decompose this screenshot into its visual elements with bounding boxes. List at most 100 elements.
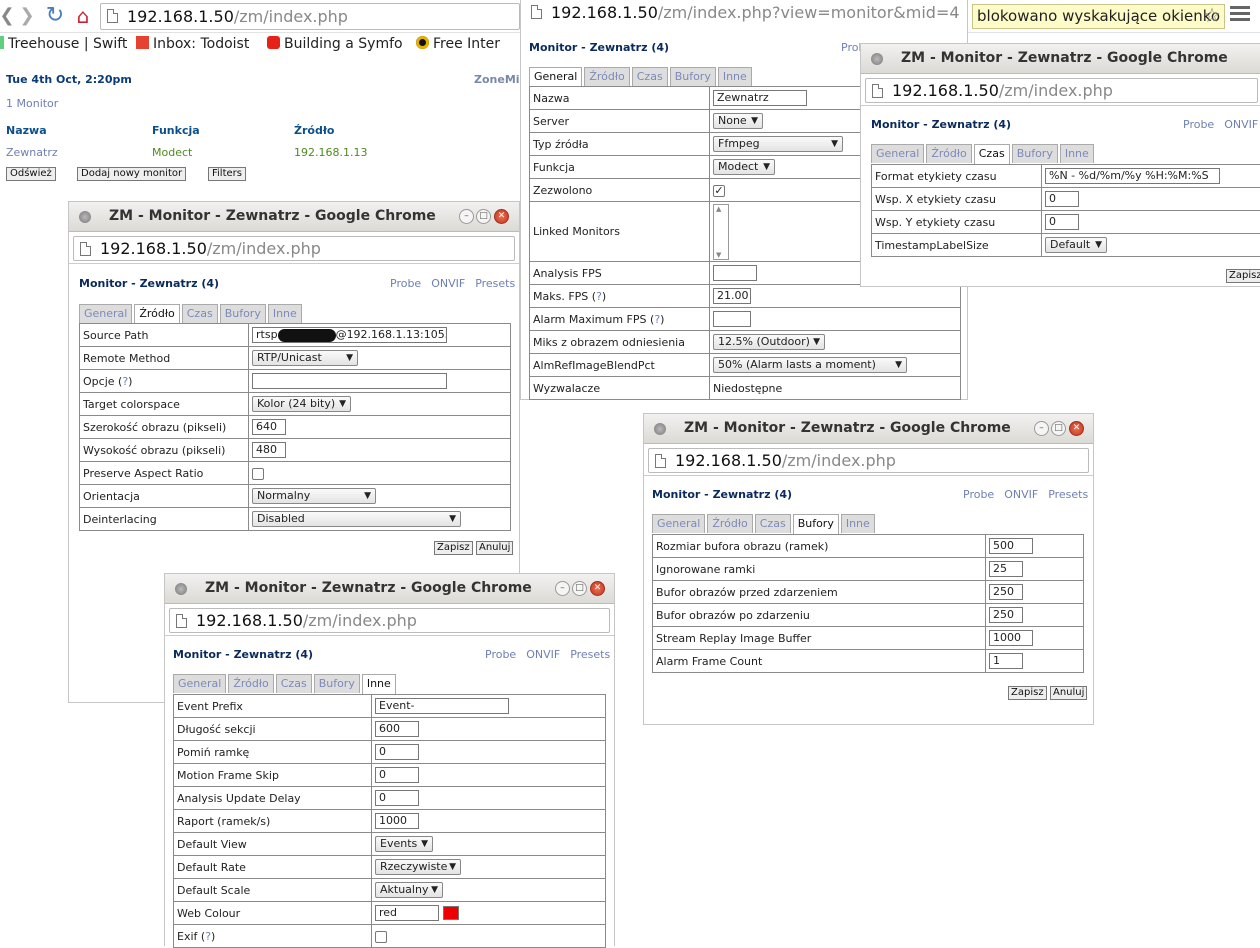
maximize-icon[interactable]: □ — [1051, 421, 1066, 436]
cancel-button[interactable]: Anuluj — [476, 541, 513, 555]
frame-skip-input[interactable]: 0 — [375, 744, 419, 760]
width-input[interactable]: 640 — [252, 419, 286, 435]
help-link[interactable]: ? — [205, 930, 211, 943]
enabled-checkbox[interactable]: ✓ — [713, 185, 725, 197]
alarm-ref-blend-select[interactable]: 50% (Alarm lasts a moment)▼ — [713, 357, 907, 373]
maximize-icon[interactable]: □ — [476, 209, 491, 224]
save-button[interactable]: Zapisz — [434, 541, 473, 555]
tab-misc[interactable]: Inne — [268, 304, 302, 323]
window-menu-icon[interactable] — [871, 53, 883, 65]
exif-checkbox[interactable] — [375, 931, 387, 943]
window-titlebar[interactable]: ZM - Monitor - Zewnatrz - Google Chrome … — [644, 414, 1093, 444]
colorspace-select[interactable]: Kolor (24 bity)▼ — [252, 396, 351, 412]
post-event-input[interactable]: 250 — [989, 607, 1023, 623]
close-icon[interactable]: ✕ — [494, 209, 509, 224]
tab-time[interactable]: Czas — [182, 304, 218, 323]
onvif-link[interactable]: ONVIF — [1004, 488, 1038, 501]
minimize-icon[interactable]: – — [459, 209, 474, 224]
address-bar[interactable]: 192.168.1.50/zm/index.php — [100, 3, 520, 30]
default-scale-select[interactable]: Aktualny▼ — [375, 882, 443, 898]
timestamp-size-select[interactable]: Default▼ — [1045, 237, 1107, 253]
aspect-checkbox[interactable] — [252, 468, 264, 480]
tab-buffers[interactable]: Bufory — [670, 67, 716, 86]
presets-link[interactable]: Presets — [475, 277, 515, 290]
event-prefix-input[interactable]: Event- — [375, 698, 509, 714]
probe-link[interactable]: Probe — [390, 277, 421, 290]
tab-misc[interactable]: Inne — [362, 674, 396, 694]
buffer-size-input[interactable]: 500 — [989, 538, 1033, 554]
tab-general[interactable]: General — [529, 67, 582, 87]
reload-icon[interactable]: ↻ — [44, 5, 66, 27]
popup-blocked-notice[interactable]: blokowano wyskakujące okienko — [972, 4, 1225, 29]
bookmark-free[interactable]: Free Inter — [416, 36, 500, 52]
col-header-function[interactable]: Funkcja — [152, 124, 200, 137]
server-select[interactable]: None▼ — [713, 113, 763, 129]
tab-time[interactable]: Czas — [276, 674, 312, 693]
tab-misc[interactable]: Inne — [841, 514, 875, 533]
web-colour-input[interactable]: red — [375, 905, 439, 921]
function-select[interactable]: Modect▼ — [713, 159, 775, 175]
save-button[interactable]: Zapisz — [1008, 686, 1047, 700]
address-bar[interactable]: 192.168.1.50/zm/index.php — [73, 236, 515, 261]
deinterlacing-select[interactable]: Disabled▼ — [252, 511, 461, 527]
tab-buffers[interactable]: Bufory — [1012, 144, 1058, 163]
bookmark-todoist[interactable]: Inbox: Todoist — [136, 36, 249, 52]
warmup-frames-input[interactable]: 25 — [989, 561, 1023, 577]
alarm-max-fps-input[interactable] — [713, 311, 751, 327]
tab-source[interactable]: Źródło — [134, 304, 179, 324]
address-bar[interactable]: 192.168.1.50/zm/index.php — [169, 608, 610, 633]
tab-misc[interactable]: Inne — [718, 67, 752, 86]
tab-misc[interactable]: Inne — [1060, 144, 1094, 163]
alarm-frame-count-input[interactable]: 1 — [989, 653, 1023, 669]
probe-link[interactable]: Probe — [963, 488, 994, 501]
save-button[interactable]: Zapisz — [1226, 269, 1260, 283]
filters-button[interactable]: Filters — [208, 167, 246, 181]
tab-time[interactable]: Czas — [755, 514, 791, 533]
options-input[interactable] — [252, 373, 447, 389]
tab-general[interactable]: General — [871, 144, 924, 163]
address-bar[interactable]: 192.168.1.50/zm/index.php — [648, 448, 1089, 473]
maximize-icon[interactable]: □ — [572, 581, 587, 596]
timestamp-format-input[interactable]: %N - %d/%m/%y %H:%M:%S — [1045, 168, 1220, 184]
section-length-input[interactable]: 600 — [375, 721, 419, 737]
help-link[interactable]: ? — [122, 375, 128, 388]
tab-buffers[interactable]: Bufory — [220, 304, 266, 323]
minimize-icon[interactable]: – — [555, 581, 570, 596]
onvif-link[interactable]: ONVIF — [431, 277, 465, 290]
window-titlebar[interactable]: ZM - Monitor - Zewnatrz - Google Chrome — [861, 44, 1260, 74]
monitor-name-link[interactable]: Zewnatrz — [6, 146, 58, 159]
help-link[interactable]: ? — [654, 313, 660, 326]
probe-link[interactable]: Probe — [1183, 118, 1214, 131]
default-view-select[interactable]: Events▼ — [375, 836, 433, 852]
monitor-source-link[interactable]: 192.168.1.13 — [294, 146, 367, 159]
window-menu-icon[interactable] — [654, 423, 666, 435]
timestamp-x-input[interactable]: 0 — [1045, 191, 1079, 207]
probe-link[interactable]: Probe — [485, 648, 516, 661]
max-fps-input[interactable]: 21.00 — [713, 288, 751, 304]
menu-icon[interactable] — [1230, 6, 1250, 24]
stream-replay-input[interactable]: 1000 — [989, 630, 1033, 646]
bookmark-treehouse[interactable]: Treehouse | Swift — [0, 36, 127, 52]
help-link[interactable]: ? — [596, 290, 602, 303]
analysis-fps-input[interactable] — [713, 265, 757, 281]
window-titlebar[interactable]: ZM - Monitor - Zewnatrz - Google Chrome … — [165, 574, 614, 604]
window-menu-icon[interactable] — [79, 211, 91, 223]
bookmark-star-icon[interactable]: ☆ — [1203, 3, 1221, 27]
source-path-input[interactable]: rtsp@192.168.1.13:10554 — [252, 327, 447, 343]
motion-frame-skip-input[interactable]: 0 — [375, 767, 419, 783]
add-monitor-button[interactable]: Dodaj nowy monitor — [77, 167, 186, 181]
forward-icon[interactable]: ❯ — [16, 5, 38, 27]
onvif-link[interactable]: ONVIF — [1224, 118, 1258, 131]
analysis-delay-input[interactable]: 0 — [375, 790, 419, 806]
console-brand[interactable]: ZoneMi — [474, 73, 520, 86]
tab-source[interactable]: Źródło — [584, 67, 629, 86]
close-icon[interactable]: ✕ — [1069, 421, 1084, 436]
refresh-button[interactable]: Odśwież — [6, 167, 56, 181]
close-icon[interactable]: ✕ — [590, 581, 605, 596]
tab-buffers[interactable]: Bufory — [314, 674, 360, 693]
remote-method-select[interactable]: RTP/Unicast▼ — [252, 350, 358, 366]
address-bar[interactable]: 192.168.1.50/zm/index.php — [865, 78, 1258, 103]
pre-event-input[interactable]: 250 — [989, 584, 1023, 600]
ref-blend-select[interactable]: 12.5% (Outdoor)▼ — [713, 334, 825, 350]
presets-link[interactable]: Presets — [1048, 488, 1088, 501]
